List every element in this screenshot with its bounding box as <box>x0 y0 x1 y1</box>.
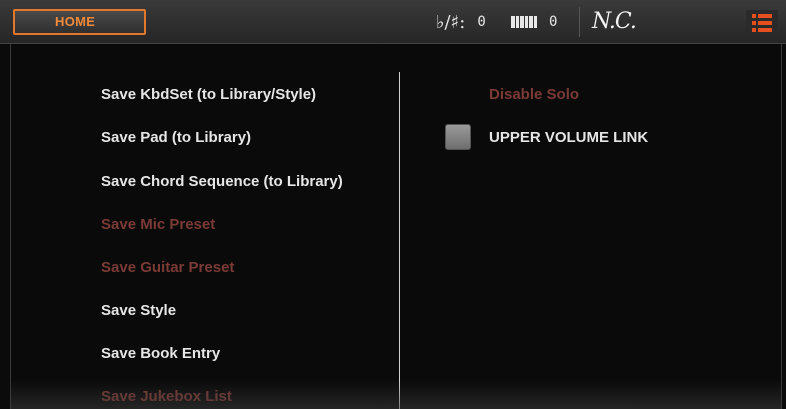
upper-volume-link-checkbox[interactable] <box>445 124 471 150</box>
transpose-status[interactable]: ♭/♯: 0 <box>436 0 486 44</box>
octave-value: 0 <box>549 14 558 30</box>
column-divider <box>399 72 400 409</box>
home-button[interactable]: HOME <box>13 9 146 35</box>
menu-item-save-style[interactable]: Save Style <box>101 302 176 319</box>
menu-item-save-jukebox-list: Save Jukebox List <box>101 388 232 405</box>
menu-item-save-pad[interactable]: Save Pad (to Library) <box>101 129 251 146</box>
header-divider <box>579 7 580 37</box>
menu-item-disable-solo: Disable Solo <box>489 86 580 103</box>
upper-volume-link-label[interactable]: UPPER VOLUME LINK <box>489 129 648 146</box>
menu-item-save-book-entry[interactable]: Save Book Entry <box>101 345 220 362</box>
chord-display: N.C. <box>592 9 637 34</box>
menu-item-save-mic-preset: Save Mic Preset <box>101 216 216 233</box>
transpose-label: ♭/♯: <box>436 11 466 33</box>
menu-item-save-kbdset[interactable]: Save KbdSet (to Library/Style) <box>101 86 316 103</box>
menu-item-save-guitar-preset: Save Guitar Preset <box>101 259 235 276</box>
page-menu-icon <box>752 14 778 18</box>
transpose-value: 0 <box>477 14 486 30</box>
menu-item-save-chord-sequence[interactable]: Save Chord Sequence (to Library) <box>101 173 343 190</box>
octave-status[interactable]: 0 <box>511 0 557 44</box>
top-bar: HOME ♭/♯: 0 0 N.C. <box>0 0 786 44</box>
keyboard-icon <box>511 16 537 28</box>
page-menu-button[interactable] <box>746 10 778 36</box>
